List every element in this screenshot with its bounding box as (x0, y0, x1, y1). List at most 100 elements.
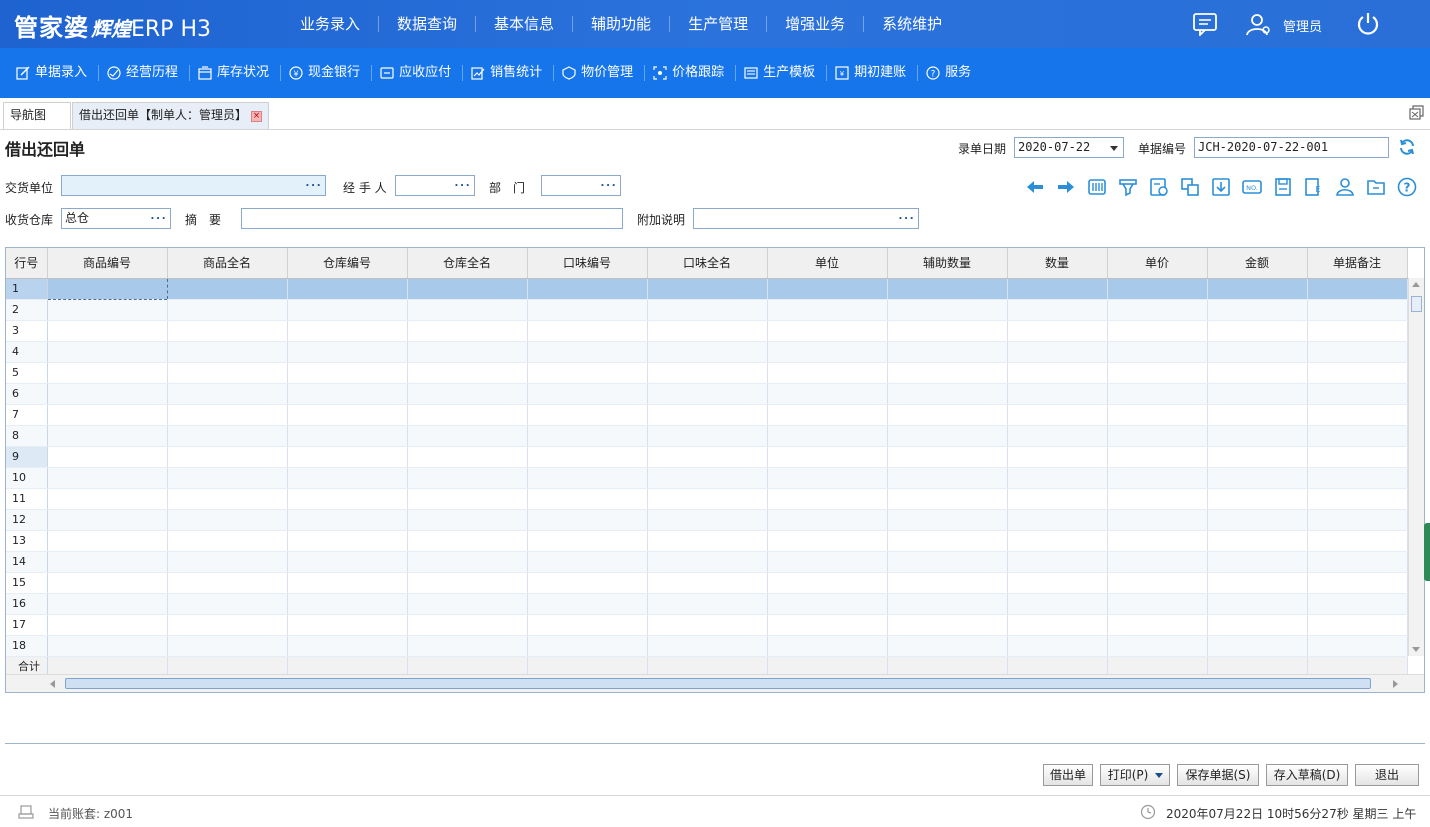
grid-cell[interactable] (287, 341, 408, 363)
toolbar-cash-bank[interactable]: ¥ 现金银行 (281, 65, 373, 81)
grid-cell[interactable] (887, 299, 1008, 321)
grid-cell[interactable] (407, 551, 528, 573)
grid-cell[interactable] (287, 404, 408, 426)
nav-enhanced[interactable]: 增强业务 (767, 16, 865, 32)
grid-cell[interactable] (1207, 572, 1308, 594)
grid-cell[interactable] (287, 551, 408, 573)
grid-cell[interactable] (407, 593, 528, 615)
grid-cell[interactable] (527, 530, 648, 552)
grid-cell[interactable] (1007, 551, 1108, 573)
grid-cell[interactable] (647, 593, 768, 615)
grid-cell[interactable] (407, 446, 528, 468)
grid-cell[interactable] (767, 635, 888, 657)
table-row[interactable]: 6 (6, 383, 1408, 405)
grid-cell[interactable] (167, 446, 288, 468)
grid-cell[interactable] (1207, 425, 1308, 447)
grid-cell[interactable] (1307, 593, 1408, 615)
grid-cell[interactable] (767, 278, 888, 300)
grid-cell[interactable] (527, 488, 648, 510)
table-row[interactable]: 18 (6, 635, 1408, 657)
grid-cell[interactable] (47, 614, 168, 636)
grid-cell[interactable] (287, 593, 408, 615)
grid-cell[interactable] (1007, 635, 1108, 657)
grid-cell[interactable] (407, 530, 528, 552)
arrow-right-icon[interactable] (1055, 176, 1077, 198)
grid-cell[interactable] (767, 530, 888, 552)
grid-cell[interactable] (527, 572, 648, 594)
grid-cell[interactable] (1307, 383, 1408, 405)
grid-cell[interactable] (1007, 467, 1108, 489)
toolbar-inventory[interactable]: 库存状况 (190, 65, 282, 81)
grid-cell[interactable] (167, 635, 288, 657)
grid-cell[interactable] (1007, 341, 1108, 363)
table-row[interactable]: 3 (6, 320, 1408, 342)
column-header[interactable]: 辅助数量 (887, 248, 1008, 279)
column-header[interactable]: 单位 (767, 248, 888, 279)
grid-cell[interactable] (647, 551, 768, 573)
grid-cell[interactable] (527, 320, 648, 342)
department-input[interactable]: ··· (541, 175, 621, 196)
grid-cell[interactable] (527, 299, 648, 321)
grid-cell[interactable] (1007, 299, 1108, 321)
more-icon[interactable]: ··· (897, 209, 915, 228)
table-row[interactable]: 13 (6, 530, 1408, 552)
grid-cell[interactable] (1007, 530, 1108, 552)
grid-cell[interactable] (887, 530, 1008, 552)
date-select[interactable]: 2020-07-22 (1014, 137, 1124, 158)
grid-cell[interactable] (1107, 509, 1208, 531)
grid-cell[interactable] (1107, 383, 1208, 405)
grid-cell[interactable] (1307, 425, 1408, 447)
save-doc-button[interactable]: 保存单据(S) (1177, 764, 1259, 786)
grid-cell[interactable] (167, 551, 288, 573)
grid-cell[interactable] (767, 404, 888, 426)
grid-cell[interactable] (167, 425, 288, 447)
filter-icon[interactable] (1117, 176, 1139, 198)
grid-cell[interactable] (287, 278, 408, 300)
grid-cell[interactable] (1307, 509, 1408, 531)
more-icon[interactable]: ··· (599, 176, 617, 195)
grid-cell[interactable] (47, 383, 168, 405)
power-icon[interactable] (1355, 11, 1381, 37)
grid-cell[interactable] (887, 551, 1008, 573)
grid-cell[interactable] (47, 530, 168, 552)
grid-cell[interactable] (1307, 362, 1408, 384)
grid-cell[interactable] (647, 572, 768, 594)
grid-cell[interactable] (527, 551, 648, 573)
grid-cell[interactable] (887, 383, 1008, 405)
grid-cell[interactable] (887, 278, 1008, 300)
grid-cell[interactable] (887, 341, 1008, 363)
grid-cell[interactable] (647, 467, 768, 489)
nav-system[interactable]: 系统维护 (864, 16, 960, 32)
toolbar-sales-stats[interactable]: 销售统计 (463, 65, 555, 81)
grid-cell[interactable] (1007, 320, 1108, 342)
more-icon[interactable]: ··· (149, 209, 167, 228)
grid-cell[interactable] (167, 614, 288, 636)
user-icon[interactable] (1245, 12, 1271, 36)
grid-cell[interactable] (407, 467, 528, 489)
grid-cell[interactable] (1007, 362, 1108, 384)
grid-cell[interactable] (407, 383, 528, 405)
more-icon[interactable]: ··· (453, 176, 471, 195)
grid-cell[interactable] (527, 404, 648, 426)
grid-cell[interactable] (527, 362, 648, 384)
scroll-right-icon[interactable] (1393, 680, 1398, 688)
grid-cell[interactable] (647, 278, 768, 300)
grid-cell[interactable] (407, 572, 528, 594)
grid-cell[interactable] (47, 509, 168, 531)
grid-cell[interactable] (1007, 383, 1108, 405)
grid-cell[interactable] (1007, 446, 1108, 468)
table-row[interactable]: 10 (6, 467, 1408, 489)
grid-cell[interactable] (1207, 614, 1308, 636)
arrow-left-icon[interactable] (1024, 176, 1046, 198)
number-icon[interactable]: NO. (1241, 176, 1263, 198)
grid-cell[interactable] (1307, 404, 1408, 426)
grid-cell[interactable] (1307, 278, 1408, 300)
grid-cell[interactable] (287, 467, 408, 489)
grid-cell[interactable] (287, 635, 408, 657)
grid-cell[interactable] (287, 320, 408, 342)
grid-cell[interactable] (767, 509, 888, 531)
grid-cell[interactable] (287, 530, 408, 552)
table-row[interactable]: 2 (6, 299, 1408, 321)
grid-cell[interactable] (1307, 530, 1408, 552)
warehouse-input[interactable]: 总仓 ··· (61, 208, 171, 229)
